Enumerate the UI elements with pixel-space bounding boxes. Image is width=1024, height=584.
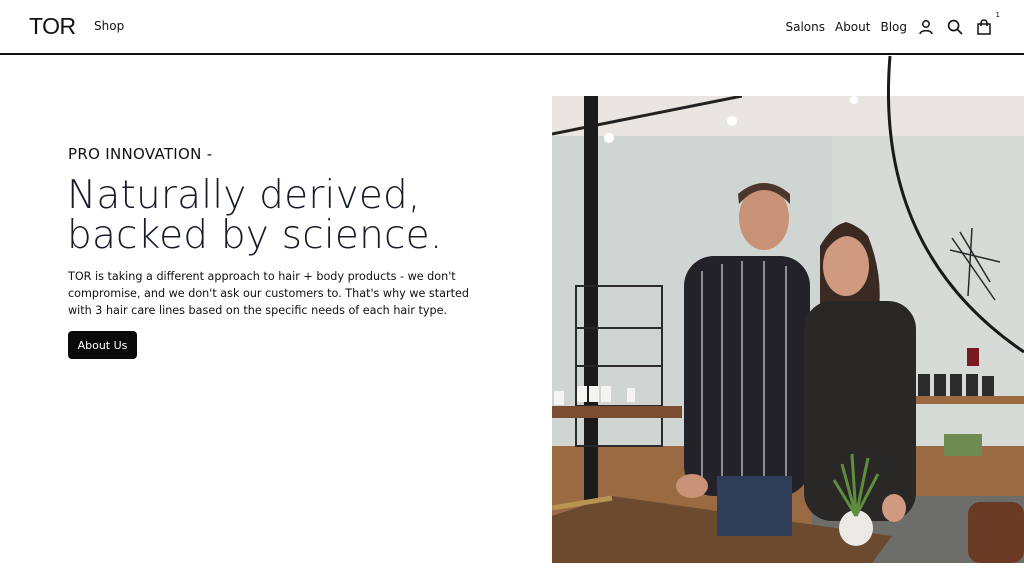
bag-icon[interactable]: 1 xyxy=(974,11,1000,37)
nav-shop-link[interactable]: Shop xyxy=(94,19,124,33)
nav-blog-link[interactable]: Blog xyxy=(880,20,907,34)
nav-salons-link[interactable]: Salons xyxy=(785,20,825,34)
about-us-button[interactable]: About Us xyxy=(68,331,137,359)
hero-photo xyxy=(552,96,1024,563)
cart-count-badge: 1 xyxy=(995,11,1000,19)
main-nav: Salons About Blog 1 xyxy=(785,11,1000,37)
hero-eyebrow: PRO INNOVATION - xyxy=(68,145,213,163)
hero-headline: Naturally derived, backed by science. xyxy=(67,176,487,256)
headline-line-1: Naturally derived, xyxy=(67,173,421,218)
headline-line-2: backed by science. xyxy=(67,213,443,258)
nav-about-link[interactable]: About xyxy=(835,20,870,34)
hero-body: TOR is taking a different approach to ha… xyxy=(68,270,469,317)
search-icon[interactable] xyxy=(945,17,965,37)
site-header: TOR Shop Salons About Blog 1 xyxy=(0,0,1024,55)
account-icon[interactable] xyxy=(916,17,936,37)
site-logo[interactable]: TOR xyxy=(29,13,76,40)
